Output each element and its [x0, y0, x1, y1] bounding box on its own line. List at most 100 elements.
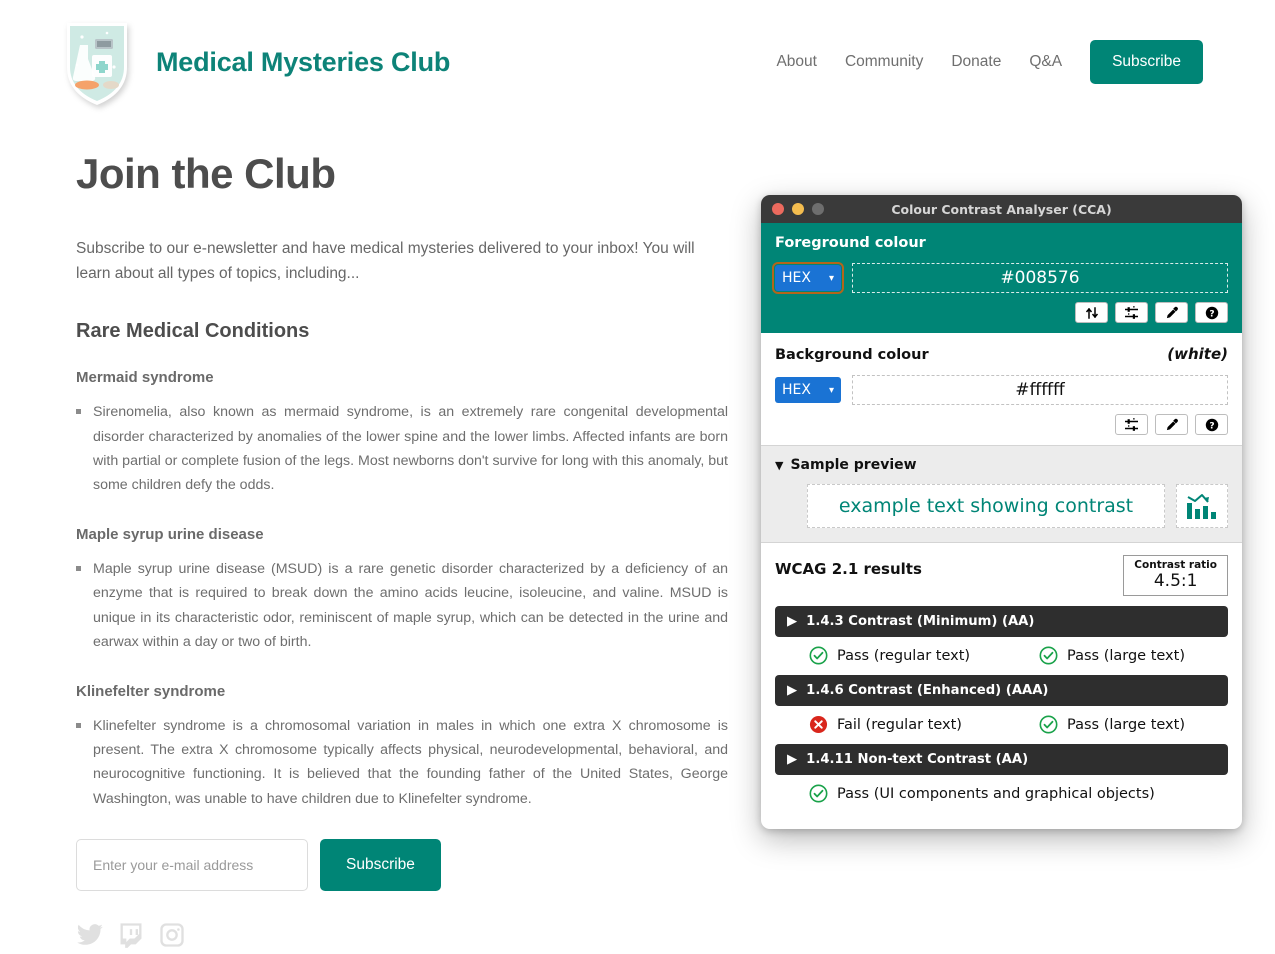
- background-format-value: HEX: [782, 382, 811, 398]
- result-pass-regular-text: Pass (regular text): [809, 646, 1039, 665]
- list-bullet: [76, 565, 81, 571]
- contrast-ratio-label: Contrast ratio: [1134, 559, 1217, 571]
- condition-entry: Mermaid syndrome Sirenomelia, also known…: [76, 369, 728, 498]
- pass-check-icon: [1039, 715, 1058, 734]
- background-format-select[interactable]: HEX ▾: [775, 377, 841, 403]
- wcag-results-panel: WCAG 2.1 results Contrast ratio 4.5:1 ▶ …: [761, 543, 1242, 818]
- chevron-down-icon: ▾: [828, 272, 834, 284]
- result-fail-regular-text: Fail (regular text): [809, 715, 1039, 734]
- section-title: Rare Medical Conditions: [76, 320, 310, 343]
- swap-colours-button[interactable]: [1075, 302, 1108, 323]
- background-colour-input[interactable]: #ffffff: [852, 375, 1228, 405]
- background-eyedropper-button[interactable]: [1155, 414, 1188, 435]
- foreground-label: Foreground colour: [775, 235, 926, 251]
- page-title: Join the Club: [76, 150, 336, 197]
- email-input[interactable]: [76, 839, 308, 892]
- svg-text:?: ?: [1209, 421, 1214, 431]
- results-header: WCAG 2.1 results Contrast ratio 4.5:1: [775, 555, 1228, 597]
- sample-preview-panel: ▼ Sample preview example text showing co…: [761, 446, 1242, 543]
- result-text: Pass (UI components and graphical object…: [837, 785, 1155, 802]
- nav-subscribe-button[interactable]: Subscribe: [1090, 40, 1203, 84]
- background-header: Background colour (white): [775, 345, 1228, 363]
- foreground-tools: ?: [775, 302, 1228, 323]
- main-nav: About Community Donate Q&A Subscribe: [776, 40, 1203, 84]
- condition-title: Mermaid syndrome: [76, 369, 214, 387]
- medical-shield-logo-icon: [62, 15, 132, 109]
- foreground-sliders-button[interactable]: [1115, 302, 1148, 323]
- triangle-right-icon: ▶: [787, 614, 798, 630]
- sample-preview-toggle[interactable]: ▼ Sample preview: [775, 457, 1228, 473]
- contrast-ratio-box: Contrast ratio 4.5:1: [1123, 555, 1228, 597]
- window-title: Colour Contrast Analyser (CCA): [891, 201, 1112, 217]
- condition-title: Klinefelter syndrome: [76, 682, 226, 700]
- result-text: Fail (regular text): [837, 716, 962, 733]
- condition-body: Klinefelter syndrome is a chromosomal va…: [76, 714, 728, 812]
- condition-body-text: Klinefelter syndrome is a chromosomal va…: [93, 717, 728, 807]
- sliders-icon: [1125, 417, 1138, 431]
- twitter-icon: [77, 924, 103, 946]
- condition-body: Sirenomelia, also known as mermaid syndr…: [76, 400, 728, 498]
- background-label: Background colour: [775, 347, 929, 363]
- result-pass-large-text: Pass (large text): [1039, 715, 1185, 734]
- background-colour-name: (white): [1167, 345, 1228, 363]
- foreground-eyedropper-button[interactable]: [1155, 302, 1188, 323]
- results-title: WCAG 2.1 results: [775, 560, 922, 578]
- social-link-instagram[interactable]: [158, 921, 186, 954]
- help-icon: ?: [1205, 306, 1218, 319]
- window-titlebar[interactable]: Colour Contrast Analyser (CCA): [761, 195, 1242, 223]
- criterion-label: 1.4.11 Non-text Contrast (AA): [806, 752, 1029, 768]
- condition-entry: Maple syrup urine disease Maple syrup ur…: [76, 526, 728, 655]
- list-bullet: [76, 409, 81, 415]
- criterion-label: 1.4.6 Contrast (Enhanced) (AAA): [806, 683, 1049, 699]
- nav-item-donate[interactable]: Donate: [951, 53, 1001, 71]
- triangle-right-icon: ▶: [787, 683, 798, 699]
- condition-body: Maple syrup urine disease (MSUD) is a ra…: [76, 557, 728, 655]
- nav-item-about[interactable]: About: [776, 53, 817, 71]
- sample-graphic: [1176, 484, 1228, 528]
- main-content: Join the Club Subscribe to our e-newslet…: [76, 150, 728, 954]
- nav-item-qa[interactable]: Q&A: [1029, 53, 1062, 71]
- bar-chart-declining-icon: [1187, 494, 1216, 519]
- criterion-header-1-4-11[interactable]: ▶ 1.4.11 Non-text Contrast (AA): [775, 744, 1228, 776]
- social-link-twitter[interactable]: [76, 921, 104, 954]
- foreground-help-button[interactable]: ?: [1195, 302, 1228, 323]
- social-link-twitch[interactable]: [117, 921, 145, 954]
- criterion-results-1-4-11: Pass (UI components and graphical object…: [775, 784, 1228, 803]
- colour-contrast-analyser-window: Colour Contrast Analyser (CCA) Foregroun…: [761, 195, 1242, 829]
- foreground-colour-input[interactable]: #008576: [852, 263, 1228, 293]
- foreground-colour-panel: Foreground colour HEX ▾ #008576 ?: [761, 223, 1242, 333]
- result-text: Pass (regular text): [837, 647, 971, 664]
- triangle-down-icon: ▼: [775, 458, 784, 472]
- condition-entry: Klinefelter syndrome Klinefelter syndrom…: [76, 683, 728, 812]
- pass-check-icon: [809, 646, 828, 665]
- brand-name: Medical Mysteries Club: [156, 46, 451, 77]
- background-tools: ?: [775, 414, 1228, 435]
- result-text: Pass (large text): [1067, 647, 1185, 664]
- foreground-format-select[interactable]: HEX ▾: [772, 262, 844, 294]
- nav-item-community[interactable]: Community: [845, 53, 923, 71]
- criterion-label: 1.4.3 Contrast (Minimum) (AA): [806, 614, 1035, 630]
- eyedropper-icon: [1166, 418, 1178, 430]
- newsletter-signup-form: Subscribe: [76, 839, 728, 892]
- triangle-right-icon: ▶: [787, 752, 798, 768]
- sliders-icon: [1125, 305, 1138, 319]
- eyedropper-icon: [1166, 306, 1178, 318]
- criterion-header-1-4-6[interactable]: ▶ 1.4.6 Contrast (Enhanced) (AAA): [775, 675, 1228, 707]
- brand[interactable]: Medical Mysteries Club: [62, 15, 450, 109]
- background-help-button[interactable]: ?: [1195, 414, 1228, 435]
- sample-preview-heading: Sample preview: [790, 457, 917, 473]
- pass-check-icon: [809, 784, 828, 803]
- criterion-results-1-4-6: Fail (regular text) Pass (large text): [775, 715, 1228, 734]
- condition-body-text: Maple syrup urine disease (MSUD) is a ra…: [93, 560, 728, 651]
- intro-paragraph: Subscribe to our e-newsletter and have m…: [76, 240, 695, 283]
- condition-title: Maple syrup urine disease: [76, 525, 264, 543]
- instagram-icon: [160, 923, 184, 947]
- twitch-icon: [120, 923, 142, 949]
- background-sliders-button[interactable]: [1115, 414, 1148, 435]
- criterion-header-1-4-3[interactable]: ▶ 1.4.3 Contrast (Minimum) (AA): [775, 606, 1228, 638]
- result-pass-ui-components: Pass (UI components and graphical object…: [809, 784, 1155, 803]
- chevron-down-icon: ▾: [828, 384, 834, 396]
- foreground-colour-row: HEX ▾ #008576: [772, 262, 1228, 294]
- svg-text:?: ?: [1209, 309, 1214, 319]
- subscribe-button[interactable]: Subscribe: [320, 839, 441, 892]
